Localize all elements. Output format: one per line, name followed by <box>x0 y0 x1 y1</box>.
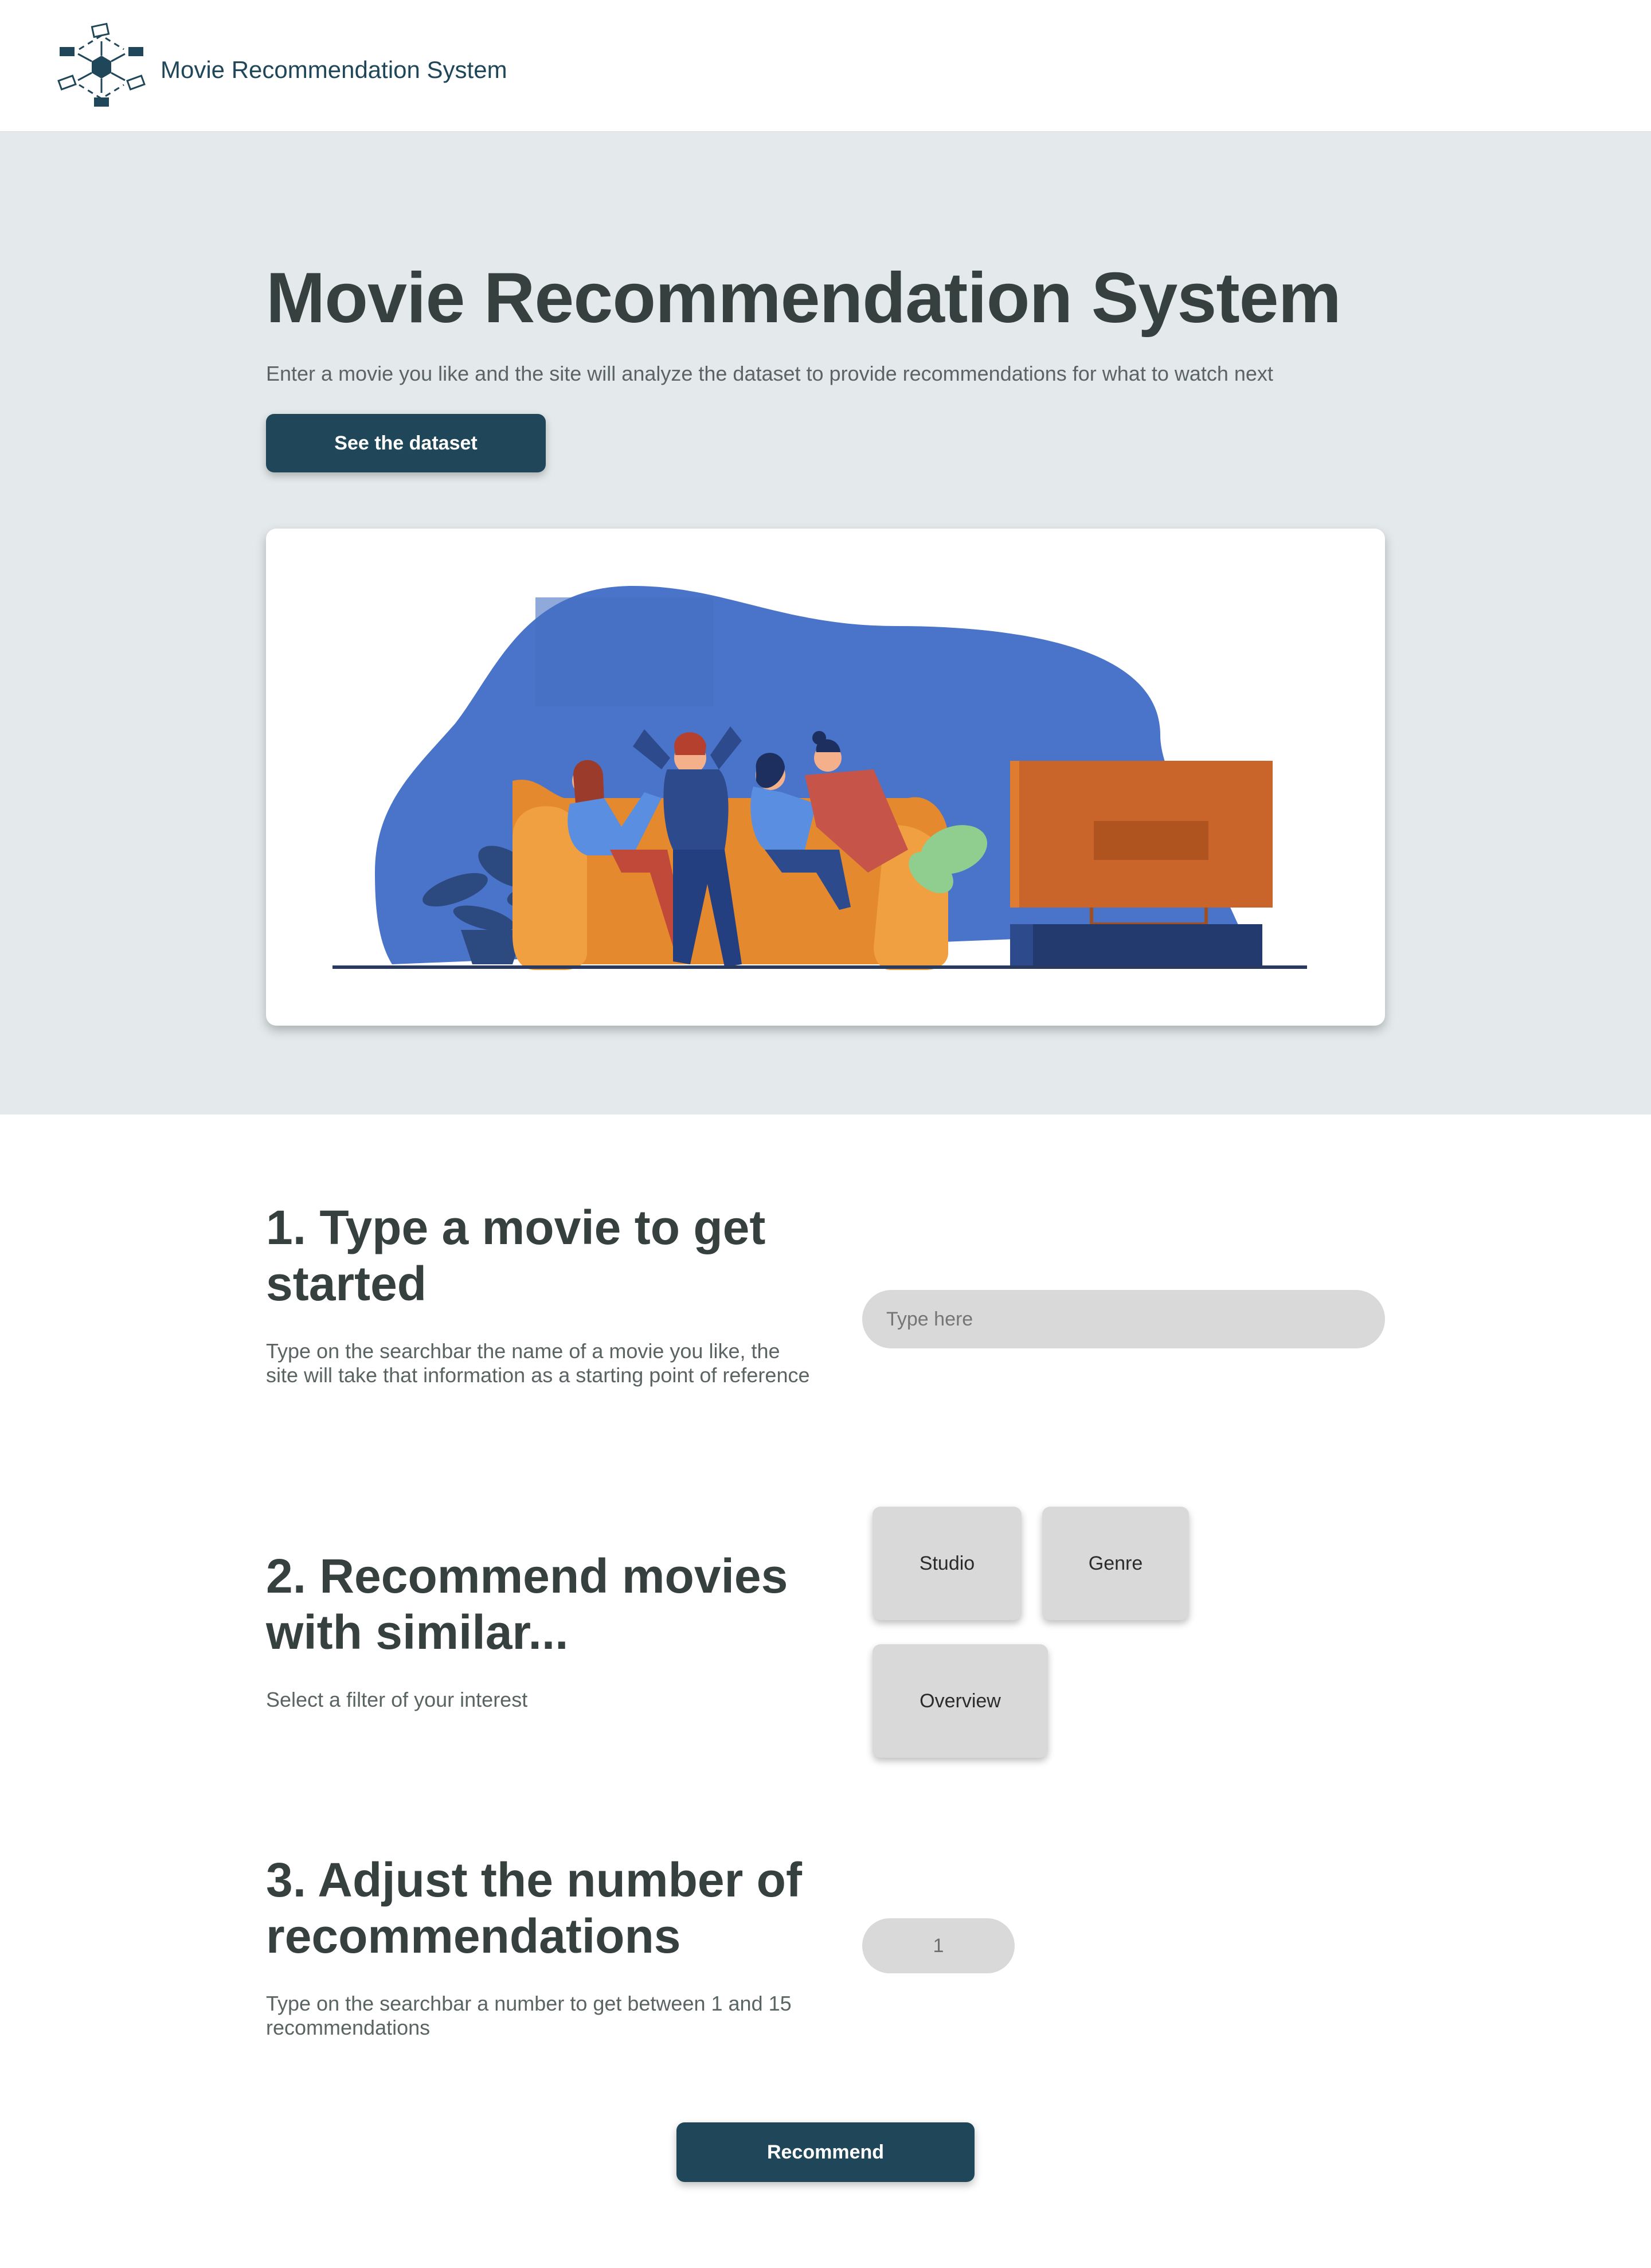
top-navbar: Movie Recommendation System <box>0 0 1651 132</box>
hero-section: Movie Recommendation System Enter a movi… <box>0 132 1651 1115</box>
step3-description: Type on the searchbar a number to get be… <box>266 1992 792 2039</box>
step1-title: 1. Type a movie to get started <box>266 1201 766 1311</box>
recommendation-count-input[interactable]: 1 <box>862 1918 1015 1973</box>
filter-genre-button[interactable]: Genre <box>1042 1507 1189 1620</box>
people-watching-tv-illustration <box>332 586 1307 970</box>
step2-description: Select a filter of your interest <box>266 1688 528 1711</box>
see-dataset-button[interactable]: See the dataset <box>266 414 546 472</box>
hexagon-network-icon[interactable] <box>56 22 147 112</box>
step2-title: 2. Recommend movies with similar... <box>266 1549 788 1659</box>
step1-description: Type on the searchbar the name of a movi… <box>266 1339 810 1387</box>
hero-subtitle: Enter a movie you like and the site will… <box>266 362 1273 385</box>
movie-search-input[interactable] <box>862 1290 1385 1348</box>
filter-studio-button[interactable]: Studio <box>873 1507 1022 1620</box>
brand-title[interactable]: Movie Recommendation System <box>161 55 507 85</box>
hero-title: Movie Recommendation System <box>266 259 1341 338</box>
recommend-button[interactable]: Recommend <box>676 2122 975 2182</box>
filter-overview-button[interactable]: Overview <box>873 1644 1048 1758</box>
step3-title: 3. Adjust the number of recommendations <box>266 1853 802 1963</box>
illustration-card <box>266 529 1385 1026</box>
